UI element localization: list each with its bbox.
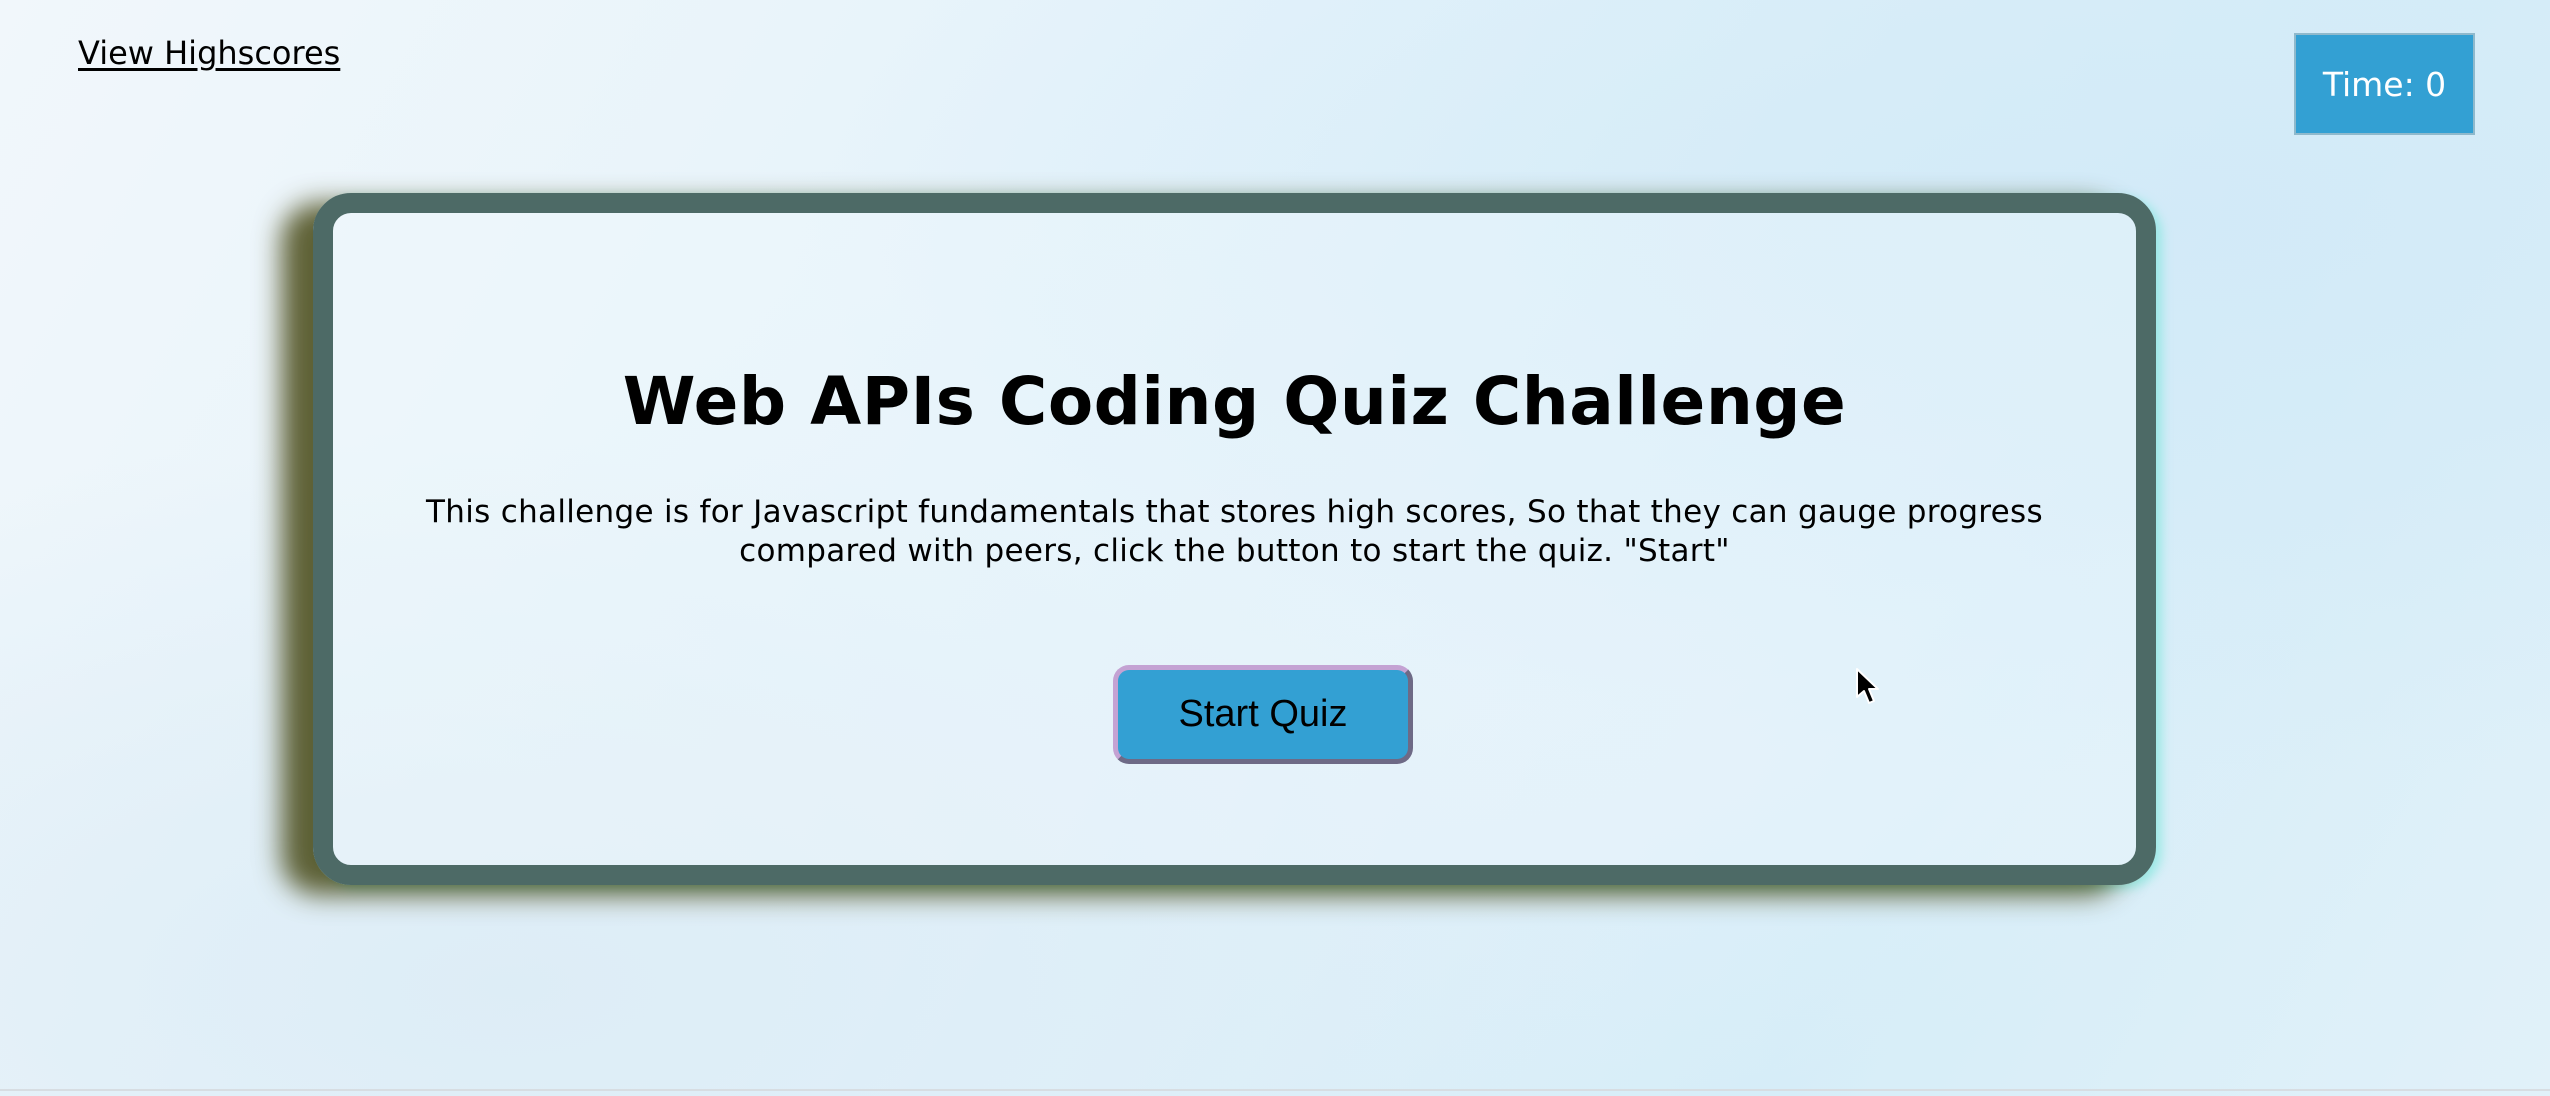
start-quiz-button[interactable]: Start Quiz: [1113, 665, 1413, 764]
page-title: Web APIs Coding Quiz Challenge: [622, 363, 1847, 440]
mouse-pointer-icon: [1856, 668, 1879, 704]
quiz-start-card: Web APIs Coding Quiz Challenge This chal…: [313, 193, 2156, 885]
timer-display: Time: 0: [2294, 33, 2475, 135]
view-highscores-link[interactable]: View Highscores: [78, 34, 340, 72]
quiz-description-line-1: This challenge is for Javascript fundame…: [426, 494, 2043, 530]
quiz-description-line-2: compared with peers, click the button to…: [739, 533, 1730, 569]
timer-label: Time: 0: [2322, 64, 2447, 104]
quiz-description: This challenge is for Javascript fundame…: [423, 493, 2046, 571]
page-divider: [0, 1089, 2550, 1091]
